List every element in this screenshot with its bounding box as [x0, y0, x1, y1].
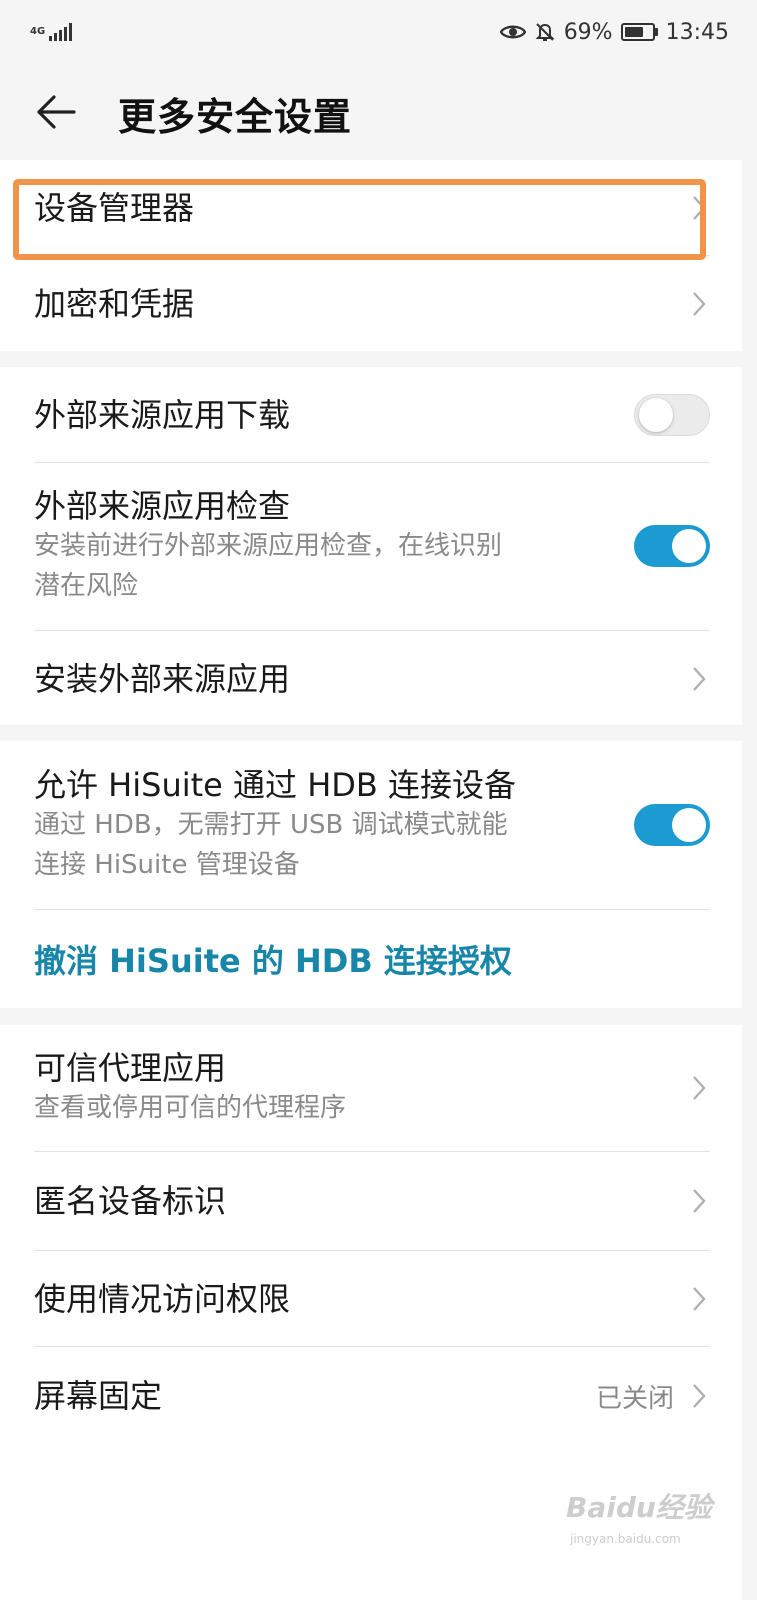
settings-group-2: 外部来源应用下载 外部来源应用检查 安装前进行外部来源应用检查，在线识别 潜在风…: [0, 367, 742, 725]
battery-fill: [624, 27, 643, 37]
divider: [34, 630, 710, 631]
chevron-right-icon: [688, 1381, 710, 1411]
screen-pinning-item[interactable]: 屏幕固定 已关闭: [34, 1372, 710, 1420]
clock: 13:45: [665, 19, 729, 45]
watermark-brand: Baidu经验: [566, 1491, 712, 1524]
device-manager-label: 设备管理器: [34, 189, 195, 227]
chevron-right-icon: [688, 1284, 710, 1314]
divider: [34, 1250, 710, 1251]
external-check-description-line2: 潜在风险: [34, 571, 139, 601]
usage-access-item[interactable]: 使用情况访问权限: [34, 1275, 710, 1323]
divider: [34, 909, 710, 910]
status-bar: 4G 69% 13:45: [0, 0, 757, 64]
hisuite-hdb-description-line1: 通过 HDB，无需打开 USB 调试模式就能: [34, 810, 508, 840]
external-download-toggle[interactable]: [634, 394, 710, 436]
device-manager-item[interactable]: 设备管理器: [34, 184, 710, 232]
page-title: 更多安全设置: [118, 95, 353, 139]
install-external-item[interactable]: 安装外部来源应用: [34, 655, 710, 703]
revoke-hdb-link[interactable]: 撤消 HiSuite 的 HDB 连接授权: [34, 935, 710, 983]
chevron-right-icon: [688, 1186, 710, 1216]
chevron-right-icon: [688, 1073, 710, 1103]
divider: [34, 462, 710, 463]
app-header: 更多安全设置: [0, 64, 757, 160]
chevron-right-icon: [688, 664, 710, 694]
divider: [34, 1151, 710, 1152]
eye-icon: [499, 25, 526, 39]
trust-agents-item[interactable]: 可信代理应用 查看或停用可信的代理程序: [34, 1047, 710, 1129]
anonymous-id-label: 匿名设备标识: [34, 1182, 227, 1220]
hisuite-hdb-item[interactable]: 允许 HiSuite 通过 HDB 连接设备 通过 HDB，无需打开 USB 调…: [34, 763, 710, 887]
external-download-item[interactable]: 外部来源应用下载: [34, 391, 710, 439]
trust-agents-label: 可信代理应用: [34, 1049, 227, 1087]
anonymous-id-item[interactable]: 匿名设备标识: [34, 1177, 710, 1225]
arrow-left-icon: [37, 95, 76, 129]
external-check-label: 外部来源应用检查: [34, 487, 291, 525]
usage-access-label: 使用情况访问权限: [34, 1280, 291, 1318]
network-type-label: 4G: [30, 26, 46, 37]
external-download-label: 外部来源应用下载: [34, 396, 291, 434]
chevron-right-icon: [688, 193, 710, 223]
signal-icon: [49, 23, 73, 41]
external-check-toggle[interactable]: [634, 525, 710, 567]
battery-icon: [620, 23, 658, 41]
install-external-label: 安装外部来源应用: [34, 660, 291, 698]
external-check-item[interactable]: 外部来源应用检查 安装前进行外部来源应用检查，在线识别 潜在风险: [34, 485, 710, 607]
settings-group-3: 允许 HiSuite 通过 HDB 连接设备 通过 HDB，无需打开 USB 调…: [0, 741, 742, 1008]
hisuite-hdb-toggle[interactable]: [634, 804, 710, 846]
status-right: 69% 13:45: [499, 19, 729, 45]
screen-pinning-status: 已关闭: [595, 1383, 674, 1414]
watermark-logo: Baidu经验 jingyan.baidu.com: [566, 1486, 716, 1564]
settings-group-1: 设备管理器 加密和凭据: [0, 160, 742, 351]
trust-agents-description: 查看或停用可信的代理程序: [34, 1093, 347, 1123]
hisuite-hdb-description-line2: 连接 HiSuite 管理设备: [34, 850, 300, 880]
revoke-hdb-label: 撤消 HiSuite 的 HDB 连接授权: [34, 942, 512, 980]
status-left: 4G: [30, 23, 73, 41]
watermark-url: jingyan.baidu.com: [570, 1532, 681, 1546]
encryption-item[interactable]: 加密和凭据: [34, 280, 710, 328]
chevron-right-icon: [688, 289, 710, 319]
battery-percent: 69%: [563, 19, 613, 45]
bell-off-icon: [535, 23, 555, 41]
back-button[interactable]: [34, 90, 78, 134]
screen-pinning-label: 屏幕固定: [34, 1377, 163, 1415]
divider: [34, 1346, 710, 1347]
encryption-label: 加密和凭据: [34, 285, 195, 323]
external-check-description-line1: 安装前进行外部来源应用检查，在线识别: [34, 531, 503, 561]
divider: [34, 255, 710, 256]
hisuite-hdb-label: 允许 HiSuite 通过 HDB 连接设备: [34, 766, 517, 804]
